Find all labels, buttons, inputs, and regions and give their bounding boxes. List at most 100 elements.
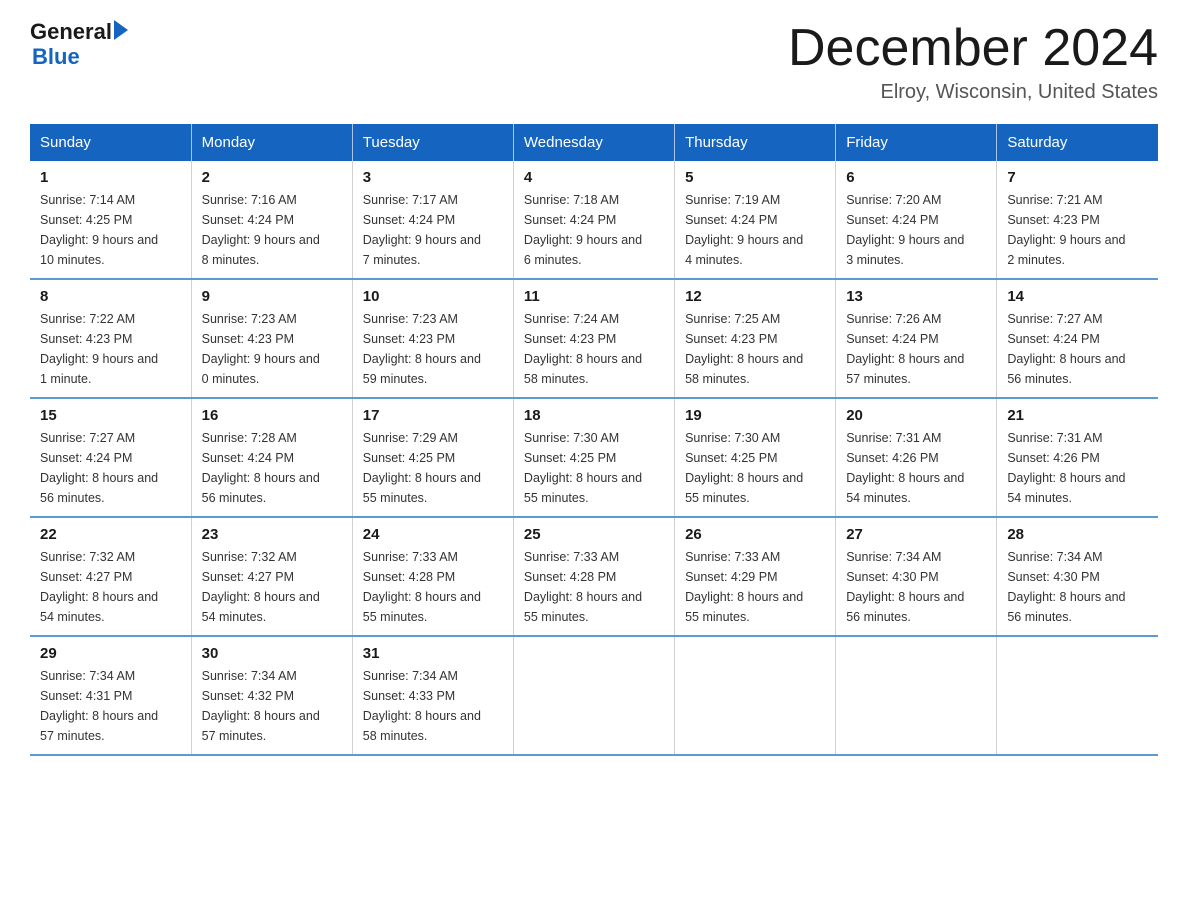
day-info: Sunrise: 7:34 AMSunset: 4:31 PMDaylight:… — [40, 666, 181, 746]
day-number: 23 — [202, 526, 342, 543]
day-number: 7 — [1007, 169, 1148, 186]
calendar-week-4: 22 Sunrise: 7:32 AMSunset: 4:27 PMDaylig… — [30, 517, 1158, 636]
logo-blue: Blue — [32, 44, 128, 70]
day-info: Sunrise: 7:27 AMSunset: 4:24 PMDaylight:… — [40, 428, 181, 508]
day-number: 31 — [363, 645, 503, 662]
day-number: 19 — [685, 407, 825, 424]
day-number: 6 — [846, 169, 986, 186]
day-info: Sunrise: 7:24 AMSunset: 4:23 PMDaylight:… — [524, 309, 664, 389]
day-info: Sunrise: 7:34 AMSunset: 4:30 PMDaylight:… — [1007, 547, 1148, 627]
calendar-cell: 20 Sunrise: 7:31 AMSunset: 4:26 PMDaylig… — [836, 398, 997, 517]
calendar-header-row: Sunday Monday Tuesday Wednesday Thursday… — [30, 124, 1158, 161]
calendar-cell: 6 Sunrise: 7:20 AMSunset: 4:24 PMDayligh… — [836, 161, 997, 279]
day-number: 16 — [202, 407, 342, 424]
calendar-cell: 27 Sunrise: 7:34 AMSunset: 4:30 PMDaylig… — [836, 517, 997, 636]
calendar-cell: 5 Sunrise: 7:19 AMSunset: 4:24 PMDayligh… — [675, 161, 836, 279]
day-number: 9 — [202, 288, 342, 305]
calendar-cell: 31 Sunrise: 7:34 AMSunset: 4:33 PMDaylig… — [352, 636, 513, 755]
calendar-cell: 18 Sunrise: 7:30 AMSunset: 4:25 PMDaylig… — [513, 398, 674, 517]
day-info: Sunrise: 7:21 AMSunset: 4:23 PMDaylight:… — [1007, 190, 1148, 270]
day-number: 12 — [685, 288, 825, 305]
day-number: 24 — [363, 526, 503, 543]
day-number: 15 — [40, 407, 181, 424]
calendar-cell: 15 Sunrise: 7:27 AMSunset: 4:24 PMDaylig… — [30, 398, 191, 517]
calendar-cell — [836, 636, 997, 755]
month-title: December 2024 — [788, 20, 1158, 77]
calendar-cell: 25 Sunrise: 7:33 AMSunset: 4:28 PMDaylig… — [513, 517, 674, 636]
calendar-week-5: 29 Sunrise: 7:34 AMSunset: 4:31 PMDaylig… — [30, 636, 1158, 755]
calendar-cell — [675, 636, 836, 755]
col-monday: Monday — [191, 124, 352, 161]
day-number: 14 — [1007, 288, 1148, 305]
day-number: 3 — [363, 169, 503, 186]
day-info: Sunrise: 7:34 AMSunset: 4:32 PMDaylight:… — [202, 666, 342, 746]
col-tuesday: Tuesday — [352, 124, 513, 161]
day-number: 20 — [846, 407, 986, 424]
calendar-cell: 28 Sunrise: 7:34 AMSunset: 4:30 PMDaylig… — [997, 517, 1158, 636]
day-info: Sunrise: 7:30 AMSunset: 4:25 PMDaylight:… — [685, 428, 825, 508]
logo-general: General — [30, 20, 112, 44]
day-number: 28 — [1007, 526, 1148, 543]
day-info: Sunrise: 7:34 AMSunset: 4:33 PMDaylight:… — [363, 666, 503, 746]
calendar-cell: 16 Sunrise: 7:28 AMSunset: 4:24 PMDaylig… — [191, 398, 352, 517]
calendar-cell: 9 Sunrise: 7:23 AMSunset: 4:23 PMDayligh… — [191, 279, 352, 398]
day-info: Sunrise: 7:34 AMSunset: 4:30 PMDaylight:… — [846, 547, 986, 627]
day-info: Sunrise: 7:23 AMSunset: 4:23 PMDaylight:… — [202, 309, 342, 389]
day-info: Sunrise: 7:22 AMSunset: 4:23 PMDaylight:… — [40, 309, 181, 389]
calendar-week-3: 15 Sunrise: 7:27 AMSunset: 4:24 PMDaylig… — [30, 398, 1158, 517]
day-info: Sunrise: 7:31 AMSunset: 4:26 PMDaylight:… — [846, 428, 986, 508]
col-thursday: Thursday — [675, 124, 836, 161]
day-info: Sunrise: 7:26 AMSunset: 4:24 PMDaylight:… — [846, 309, 986, 389]
day-number: 30 — [202, 645, 342, 662]
day-number: 2 — [202, 169, 342, 186]
day-info: Sunrise: 7:32 AMSunset: 4:27 PMDaylight:… — [202, 547, 342, 627]
page-header: General Blue December 2024 Elroy, Wiscon… — [30, 20, 1158, 104]
calendar-cell — [997, 636, 1158, 755]
day-number: 11 — [524, 288, 664, 305]
day-info: Sunrise: 7:33 AMSunset: 4:28 PMDaylight:… — [524, 547, 664, 627]
calendar-cell: 14 Sunrise: 7:27 AMSunset: 4:24 PMDaylig… — [997, 279, 1158, 398]
day-info: Sunrise: 7:14 AMSunset: 4:25 PMDaylight:… — [40, 190, 181, 270]
calendar-cell: 30 Sunrise: 7:34 AMSunset: 4:32 PMDaylig… — [191, 636, 352, 755]
day-number: 4 — [524, 169, 664, 186]
calendar-body: 1 Sunrise: 7:14 AMSunset: 4:25 PMDayligh… — [30, 161, 1158, 755]
calendar-cell: 13 Sunrise: 7:26 AMSunset: 4:24 PMDaylig… — [836, 279, 997, 398]
day-info: Sunrise: 7:16 AMSunset: 4:24 PMDaylight:… — [202, 190, 342, 270]
col-friday: Friday — [836, 124, 997, 161]
day-number: 18 — [524, 407, 664, 424]
day-number: 10 — [363, 288, 503, 305]
calendar-cell: 19 Sunrise: 7:30 AMSunset: 4:25 PMDaylig… — [675, 398, 836, 517]
calendar-cell: 17 Sunrise: 7:29 AMSunset: 4:25 PMDaylig… — [352, 398, 513, 517]
day-info: Sunrise: 7:32 AMSunset: 4:27 PMDaylight:… — [40, 547, 181, 627]
calendar-cell: 29 Sunrise: 7:34 AMSunset: 4:31 PMDaylig… — [30, 636, 191, 755]
day-info: Sunrise: 7:28 AMSunset: 4:24 PMDaylight:… — [202, 428, 342, 508]
day-number: 25 — [524, 526, 664, 543]
calendar-cell: 4 Sunrise: 7:18 AMSunset: 4:24 PMDayligh… — [513, 161, 674, 279]
day-number: 22 — [40, 526, 181, 543]
day-info: Sunrise: 7:18 AMSunset: 4:24 PMDaylight:… — [524, 190, 664, 270]
col-wednesday: Wednesday — [513, 124, 674, 161]
calendar-cell: 2 Sunrise: 7:16 AMSunset: 4:24 PMDayligh… — [191, 161, 352, 279]
day-info: Sunrise: 7:27 AMSunset: 4:24 PMDaylight:… — [1007, 309, 1148, 389]
logo-arrow-icon — [114, 20, 128, 40]
calendar-cell: 24 Sunrise: 7:33 AMSunset: 4:28 PMDaylig… — [352, 517, 513, 636]
calendar-cell: 10 Sunrise: 7:23 AMSunset: 4:23 PMDaylig… — [352, 279, 513, 398]
day-number: 1 — [40, 169, 181, 186]
day-number: 8 — [40, 288, 181, 305]
calendar-cell — [513, 636, 674, 755]
day-number: 17 — [363, 407, 503, 424]
calendar-cell: 3 Sunrise: 7:17 AMSunset: 4:24 PMDayligh… — [352, 161, 513, 279]
calendar-cell: 11 Sunrise: 7:24 AMSunset: 4:23 PMDaylig… — [513, 279, 674, 398]
calendar-week-1: 1 Sunrise: 7:14 AMSunset: 4:25 PMDayligh… — [30, 161, 1158, 279]
calendar-table: Sunday Monday Tuesday Wednesday Thursday… — [30, 124, 1158, 756]
day-number: 27 — [846, 526, 986, 543]
calendar-week-2: 8 Sunrise: 7:22 AMSunset: 4:23 PMDayligh… — [30, 279, 1158, 398]
calendar-cell: 26 Sunrise: 7:33 AMSunset: 4:29 PMDaylig… — [675, 517, 836, 636]
title-section: December 2024 Elroy, Wisconsin, United S… — [788, 20, 1158, 104]
calendar-cell: 7 Sunrise: 7:21 AMSunset: 4:23 PMDayligh… — [997, 161, 1158, 279]
day-number: 29 — [40, 645, 181, 662]
day-info: Sunrise: 7:23 AMSunset: 4:23 PMDaylight:… — [363, 309, 503, 389]
day-info: Sunrise: 7:25 AMSunset: 4:23 PMDaylight:… — [685, 309, 825, 389]
logo: General Blue — [30, 20, 128, 70]
col-sunday: Sunday — [30, 124, 191, 161]
